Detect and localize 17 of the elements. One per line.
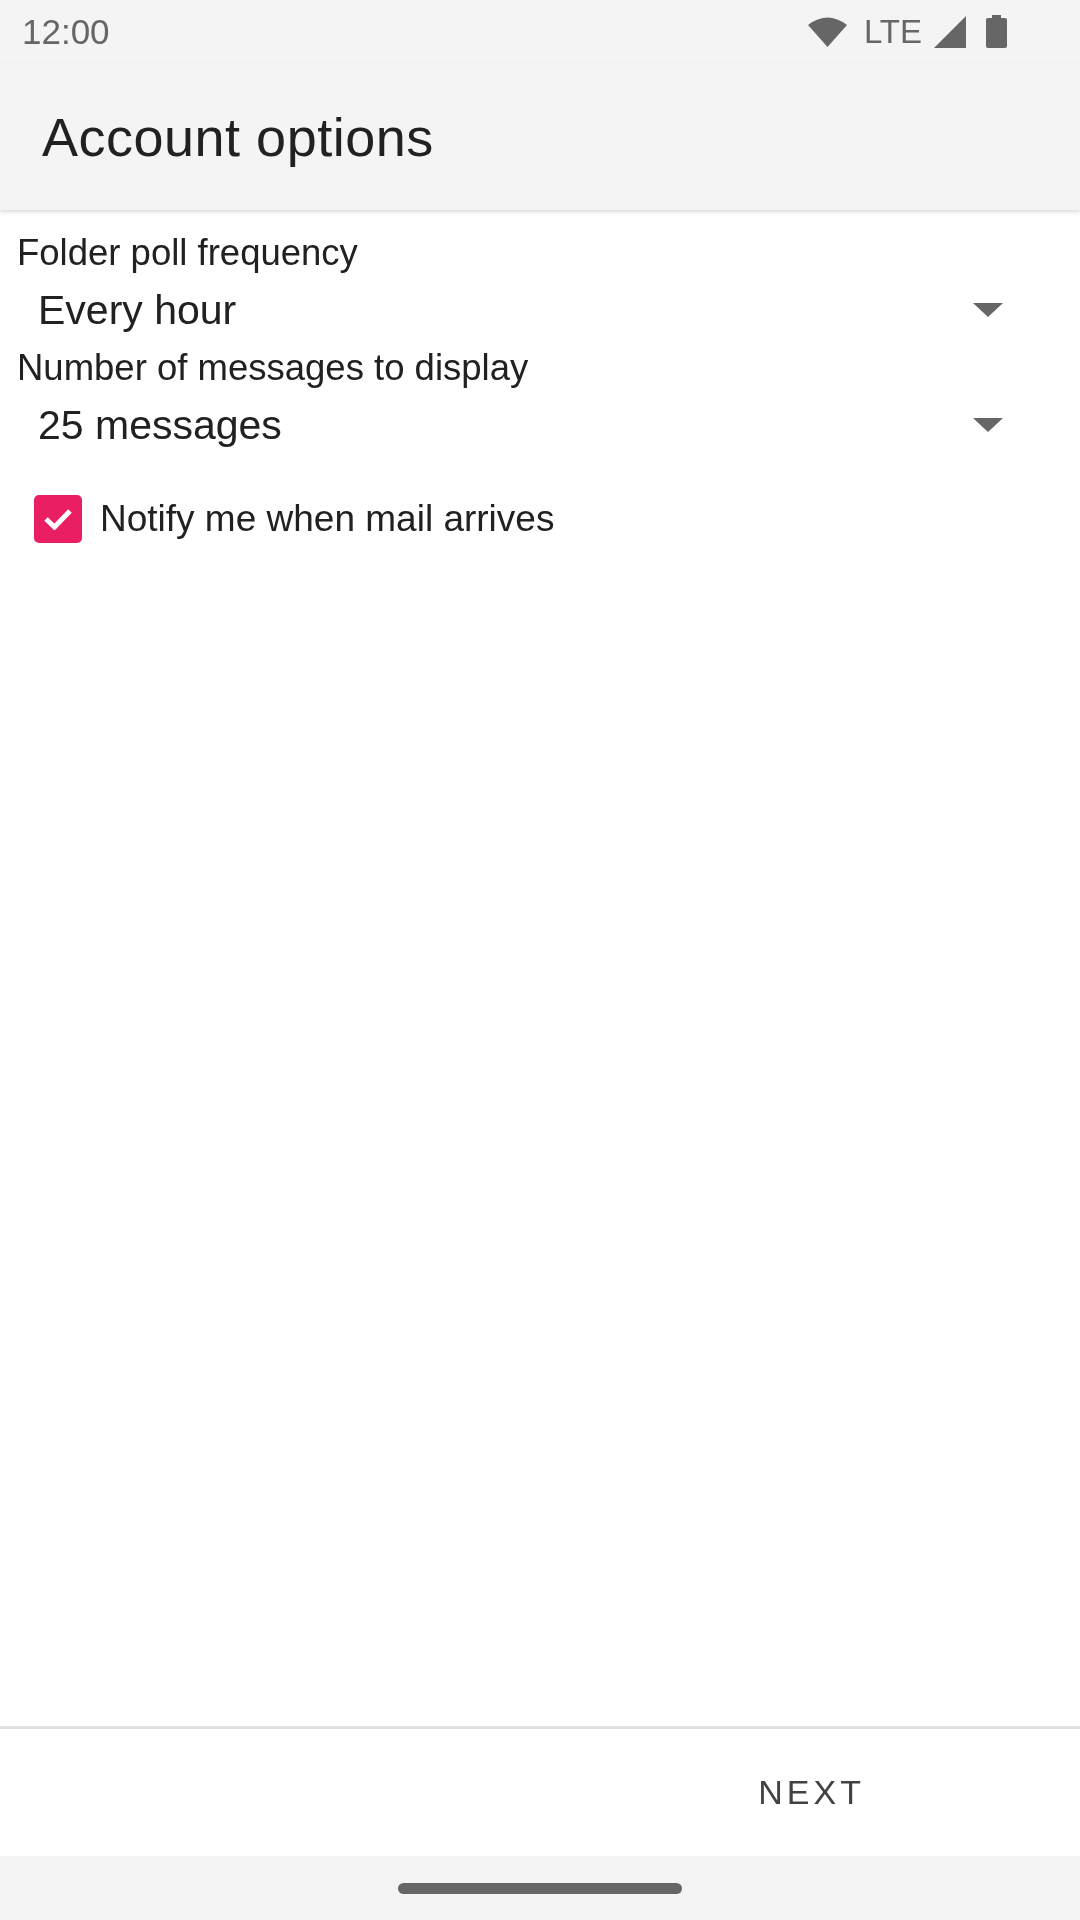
field-label: Folder poll frequency bbox=[17, 231, 358, 274]
signal-icon bbox=[934, 15, 966, 48]
dropdown[interactable]: 25 messages bbox=[17, 389, 1063, 461]
wifi-icon bbox=[807, 16, 847, 47]
caret-icon bbox=[973, 303, 1003, 317]
dropdown[interactable]: Every hour bbox=[17, 274, 1063, 346]
next-button[interactable]: NEXT bbox=[734, 1753, 889, 1832]
clock-time: 12:00 bbox=[22, 11, 110, 52]
battery-icon bbox=[986, 15, 1007, 48]
home-handle[interactable] bbox=[398, 1882, 682, 1894]
checkmark-icon bbox=[44, 508, 72, 530]
screen-title: Account options bbox=[42, 105, 434, 168]
checkbox[interactable] bbox=[34, 495, 82, 543]
field-label: Number of messages to display bbox=[17, 346, 529, 389]
checkbox-option[interactable]: Notify me when mail arrives bbox=[34, 495, 561, 543]
network-type-label: LTE bbox=[863, 12, 922, 51]
caret-icon bbox=[973, 418, 1003, 432]
